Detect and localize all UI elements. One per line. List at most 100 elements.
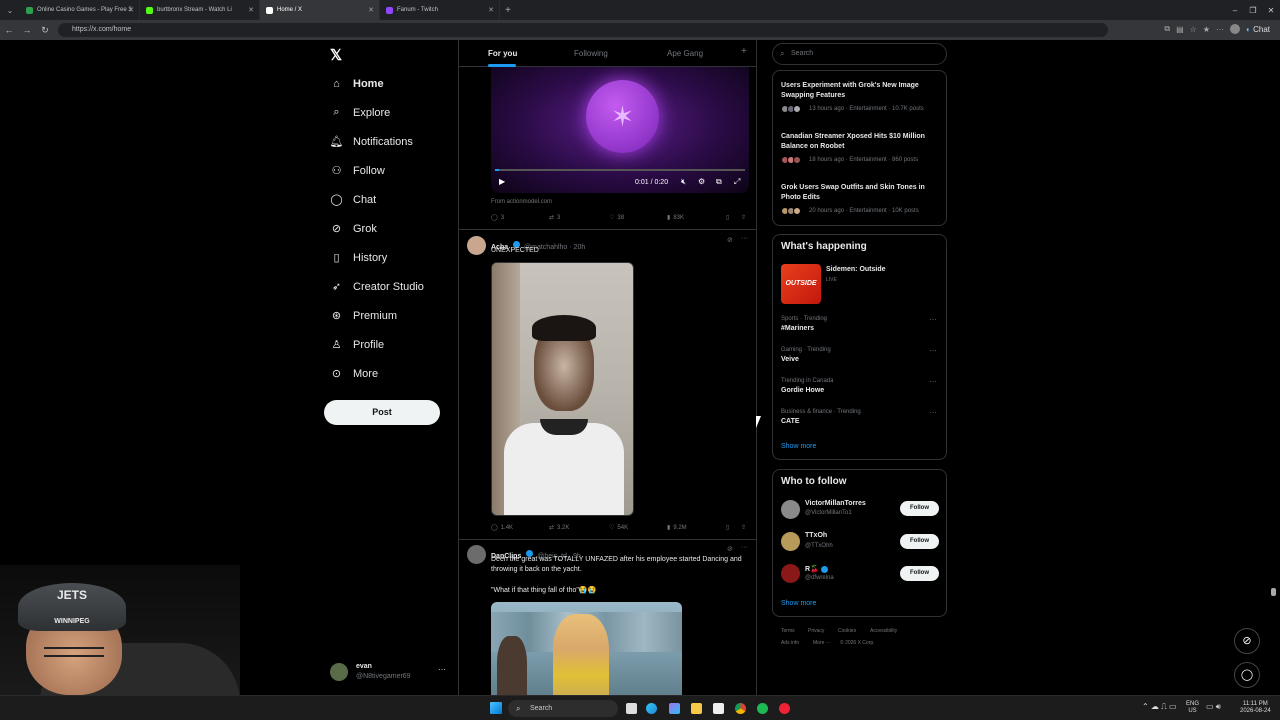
clock[interactable]: 11:11 PM 2026-08-24 (1240, 701, 1271, 715)
pip-icon[interactable]: ⧉ (716, 177, 722, 187)
copilot-icon[interactable] (669, 703, 680, 714)
reader-icon[interactable]: ▤ (1176, 25, 1184, 34)
bookmark-icon[interactable]: ▯ (726, 214, 729, 221)
more-icon[interactable]: ··· (929, 346, 937, 355)
nav-chat[interactable]: ◯ Chat (330, 193, 376, 207)
avatar[interactable] (467, 236, 486, 255)
show-more-link[interactable]: Show more (781, 600, 816, 607)
nav-history[interactable]: ▯ History (330, 251, 387, 265)
favorites-icon[interactable]: ★ (1203, 25, 1210, 34)
close-icon[interactable]: ✕ (248, 6, 254, 14)
avatar[interactable] (467, 545, 486, 564)
footer-more[interactable]: More ··· (813, 640, 831, 646)
mute-icon[interactable]: 🔇︎ (681, 177, 686, 187)
nav-creator-studio[interactable]: ➶ Creator Studio (330, 280, 424, 294)
nav-explore[interactable]: ⌕ Explore (330, 106, 390, 119)
nav-home[interactable]: ⌂ Home (330, 77, 383, 90)
footer-terms[interactable]: Terms (781, 628, 795, 634)
share-icon[interactable]: ⇧ (741, 214, 746, 221)
close-icon[interactable]: ✕ (368, 6, 374, 14)
trend-name[interactable]: Veive (781, 356, 799, 363)
news-item-title[interactable]: Grok Users Swap Outfits and Skin Tones i… (781, 183, 941, 203)
grok-icon[interactable]: ⊘ (727, 545, 733, 553)
forward-icon[interactable]: → (18, 25, 36, 35)
tab-following[interactable]: Following (574, 49, 608, 58)
add-tab-icon[interactable]: + (741, 46, 747, 57)
suggested-user-name[interactable]: TTxOh (805, 532, 827, 539)
tweet-video[interactable] (491, 262, 634, 516)
post-button[interactable]: Post (324, 400, 440, 425)
repost-button[interactable]: ⇄ 3.2K (549, 524, 569, 532)
avatar[interactable] (781, 532, 800, 551)
follow-button[interactable]: Follow (900, 566, 939, 581)
card-source[interactable]: From actionmodel.com (491, 199, 552, 205)
star-icon[interactable]: ☆ (1190, 25, 1197, 34)
copilot-chat-button[interactable]: ◐ Chat (1246, 25, 1270, 34)
more-icon[interactable]: ··· (741, 544, 748, 551)
nav-premium[interactable]: ⊛ Premium (330, 309, 397, 323)
browser-tab-active[interactable]: Home / X ✕ (260, 0, 380, 20)
account-switcher[interactable]: evan @N8tivegamer69 ··· (330, 661, 448, 685)
more-icon[interactable]: ··· (929, 408, 937, 417)
settings-icon[interactable]: ⚙ (698, 177, 705, 186)
suggested-user-name[interactable]: VictorMillanTorres (805, 500, 866, 507)
avatar[interactable] (781, 564, 800, 583)
close-icon[interactable]: ✕ (488, 6, 494, 14)
trend-name[interactable]: Gordie Howe (781, 387, 824, 394)
suggested-user-name[interactable]: R🍒 (805, 565, 828, 573)
task-view-icon[interactable] (626, 703, 637, 714)
more-icon[interactable]: ··· (929, 315, 937, 324)
close-window-icon[interactable]: ✕ (1262, 6, 1280, 15)
browser-tab[interactable]: Fanum - Twitch ✕ (380, 0, 500, 20)
new-tab-button[interactable]: + (500, 5, 516, 16)
footer-ads-info[interactable]: Ads info (781, 640, 799, 646)
follow-button[interactable]: Follow (900, 534, 939, 549)
fullscreen-icon[interactable]: ⤢ (734, 177, 740, 187)
url-field[interactable]: https://x.com/home (58, 23, 1108, 37)
browser-tab[interactable]: burtbronx Stream - Watch Li ✕ (140, 0, 260, 20)
repost-button[interactable]: ⇄ 3 (549, 214, 560, 222)
avatar[interactable] (1230, 24, 1241, 34)
edge-icon[interactable] (646, 703, 657, 714)
close-icon[interactable]: ✕ (128, 6, 134, 14)
messages-float-button[interactable]: ◯ (1234, 662, 1260, 688)
bookmark-icon[interactable]: ▯ (726, 524, 729, 531)
network-volume-icons[interactable]: ▭ 🔊︎ (1206, 703, 1221, 711)
extensions-icon[interactable]: ⧉ (1164, 24, 1170, 34)
nav-notifications[interactable]: 🔔︎ Notifications (330, 135, 413, 149)
tweet-video[interactable] (491, 602, 682, 695)
maximize-icon[interactable]: ❐ (1244, 6, 1262, 15)
reply-button[interactable]: ◯ 1.4K (491, 524, 513, 532)
nav-grok[interactable]: ⊘ Grok (330, 222, 377, 236)
start-icon[interactable] (490, 702, 502, 714)
reload-icon[interactable]: ↻ (36, 25, 54, 36)
footer-cookies[interactable]: Cookies (838, 628, 856, 634)
like-button[interactable]: ♡ 38 (609, 214, 624, 222)
taskbar-search[interactable]: ⌕ Search (508, 700, 618, 717)
news-item-title[interactable]: Users Experiment with Grok's New Image S… (781, 81, 941, 101)
views-button[interactable]: ▮ 83K (667, 214, 684, 222)
tab-ape-gang[interactable]: Ape Gang (667, 49, 703, 58)
footer-privacy[interactable]: Privacy (808, 628, 824, 634)
tab-for-you[interactable]: For you (488, 49, 517, 58)
tab-list-icon[interactable]: ⌄ (0, 6, 20, 15)
x-logo[interactable]: 𝕏 (330, 46, 342, 64)
views-button[interactable]: ▮ 9.2M (667, 524, 687, 532)
footer-accessibility[interactable]: Accessibility (870, 628, 897, 634)
chrome-icon[interactable] (735, 703, 746, 714)
news-item-title[interactable]: Canadian Streamer Xposed Hits $10 Millio… (781, 132, 941, 152)
language-indicator[interactable]: ENG US (1186, 701, 1199, 715)
follow-button[interactable]: Follow (900, 501, 939, 516)
menu-icon[interactable]: ··· (1216, 25, 1224, 34)
video-player[interactable]: ✶ ▶ 0:01 / 0:20 🔇︎ ⚙ ⧉ ⤢ (491, 67, 749, 193)
avatar[interactable] (781, 500, 800, 519)
grok-float-button[interactable]: ⊘ (1234, 628, 1260, 654)
browser-tab[interactable]: Online Casino Games - Play Free 3 ✕ (20, 0, 140, 20)
tray-icons[interactable]: ⌃ ☁ ⎍ ▭ (1142, 703, 1177, 711)
show-more-link[interactable]: Show more (781, 443, 816, 450)
store-icon[interactable] (713, 703, 724, 714)
share-icon[interactable]: ⇧ (741, 524, 746, 531)
grok-icon[interactable]: ⊘ (727, 236, 733, 244)
scrollbar-thumb[interactable] (1271, 588, 1276, 596)
spotify-icon[interactable] (757, 703, 768, 714)
